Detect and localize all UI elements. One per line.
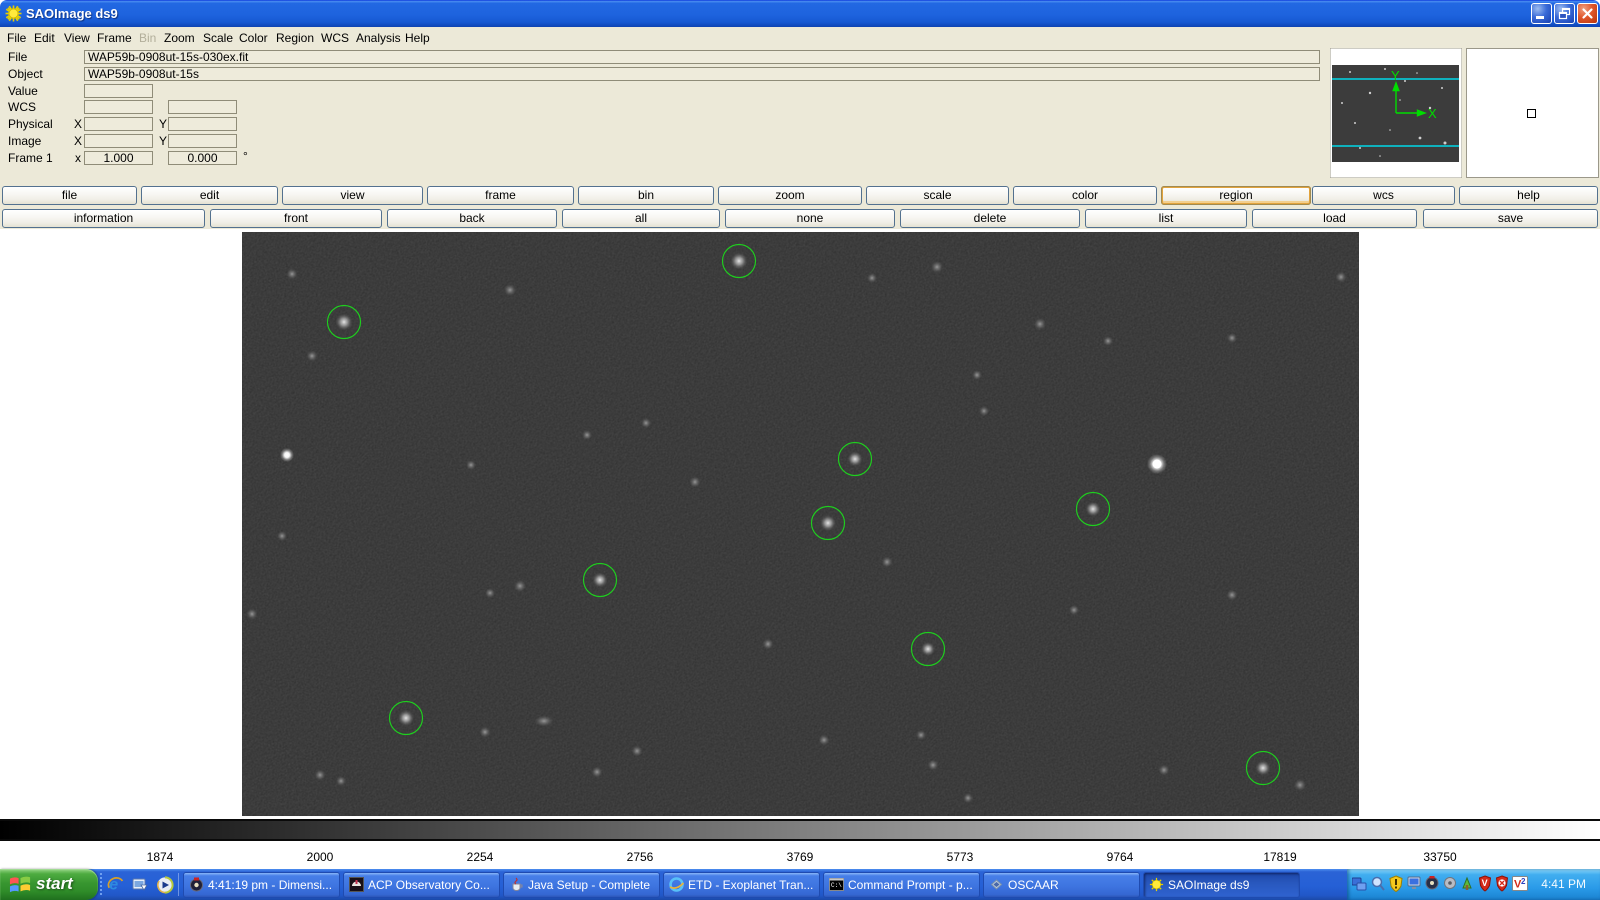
- svg-text:V: V: [1482, 878, 1488, 888]
- svg-text:Y: Y: [1391, 68, 1400, 83]
- svg-text:X: X: [1428, 106, 1437, 121]
- svg-text:2: 2: [1521, 877, 1526, 886]
- svg-text:C:\: C:\: [831, 882, 842, 889]
